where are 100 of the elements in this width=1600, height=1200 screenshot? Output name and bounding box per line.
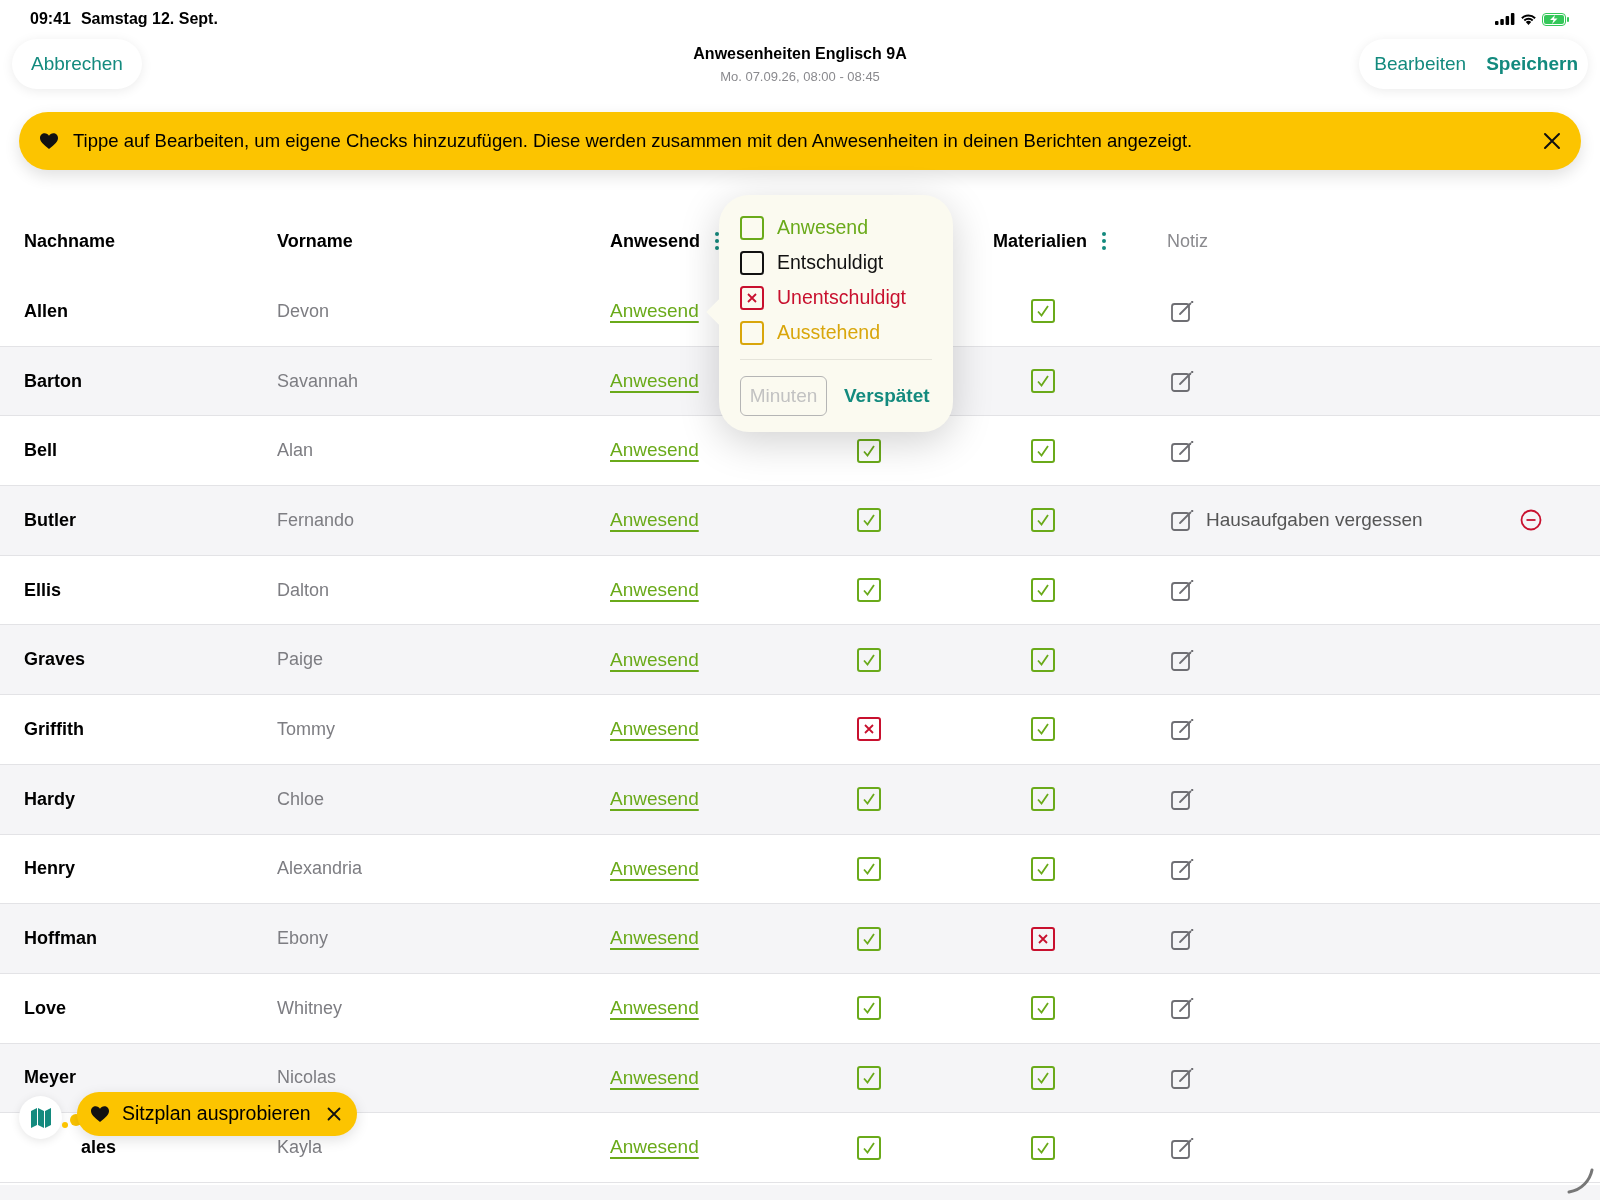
checked-checkbox[interactable] (1031, 578, 1055, 603)
checked-checkbox[interactable] (857, 578, 881, 603)
checked-checkbox[interactable] (857, 926, 881, 951)
attendance-status-link[interactable]: Anwesend (610, 1063, 699, 1093)
attendance-status-link[interactable]: Anwesend (610, 575, 699, 605)
last-name-cell-text: Bell (24, 439, 57, 463)
close-icon (326, 1107, 341, 1121)
attendance-status-link[interactable]: Anwesend (610, 366, 699, 396)
column-menu-icon[interactable] (1101, 232, 1108, 250)
status-option[interactable]: Anwesend (740, 216, 932, 240)
note-edit-icon[interactable] (1171, 579, 1194, 602)
first-name-cell-text: Chloe (277, 787, 326, 811)
close-icon (1543, 132, 1561, 150)
attendance-status-link[interactable]: Anwesend (610, 1133, 699, 1162)
checked-checkbox[interactable] (1031, 787, 1055, 812)
note-edit-icon[interactable] (1171, 1136, 1194, 1159)
heart-icon (90, 1105, 110, 1123)
save-button[interactable]: Speichern (1484, 49, 1580, 79)
last-name-cell-text: Graves (24, 648, 86, 672)
attendance-status-link[interactable]: Anwesend (610, 297, 699, 326)
minutes-field[interactable]: Minuten (740, 376, 827, 416)
attendance-status-link[interactable]: Anwesend (610, 436, 699, 465)
attendance-status-link[interactable]: Anwesend (610, 645, 699, 675)
note-edit-icon[interactable] (1171, 300, 1194, 323)
attendance-status-link[interactable]: Anwesend (610, 715, 699, 744)
checked-checkbox[interactable] (1031, 996, 1055, 1021)
last-name-cell-text: Allen (24, 299, 68, 323)
attendance-status-link[interactable]: Anwesend (610, 993, 699, 1023)
column-header: Materialien (993, 229, 1088, 253)
checked-checkbox[interactable] (857, 647, 881, 672)
checked-checkbox[interactable] (1031, 1065, 1055, 1090)
checked-checkbox[interactable] (857, 438, 881, 463)
last-name-cell-text: Ellis (24, 578, 62, 602)
option-checkbox[interactable] (740, 286, 764, 310)
attendance-status-link[interactable]: Anwesend (610, 924, 699, 953)
last-name-cell-text: ales (81, 1136, 117, 1160)
note-edit-icon[interactable] (1171, 370, 1194, 393)
checked-checkbox[interactable] (857, 787, 881, 812)
late-button[interactable]: Verspätet (844, 381, 930, 411)
first-name-cell-text: Ebony (277, 927, 330, 951)
checked-checkbox[interactable] (857, 856, 881, 881)
screen-title: Anwesenheiten Englisch 9A (693, 44, 907, 64)
note-edit-icon[interactable] (1171, 788, 1194, 811)
checked-checkbox[interactable] (1031, 299, 1055, 324)
note-edit-icon[interactable] (1171, 509, 1194, 532)
last-name-cell-text: Hardy (24, 787, 76, 811)
battery-charging-icon (1542, 12, 1570, 26)
note-text: Hausaufgaben vergessen (1206, 508, 1423, 533)
remove-icon[interactable] (1520, 509, 1542, 532)
attendance-status-link[interactable]: Anwesend (610, 854, 699, 884)
checked-checkbox[interactable] (1031, 647, 1055, 672)
first-name-cell-text: Alan (277, 439, 315, 463)
edit-button[interactable]: Bearbeiten (1372, 49, 1469, 79)
note-edit-icon[interactable] (1171, 1066, 1194, 1089)
checked-checkbox[interactable] (1031, 1135, 1055, 1160)
checked-checkbox[interactable] (1031, 856, 1055, 881)
crossed-checkbox[interactable] (857, 717, 881, 742)
option-checkbox[interactable] (740, 321, 764, 345)
checked-checkbox[interactable] (857, 1135, 881, 1160)
attendance-status-link[interactable]: Anwesend (610, 784, 699, 814)
checked-checkbox[interactable] (1031, 508, 1055, 533)
cancel-button[interactable]: Abbrechen (12, 39, 142, 89)
checked-checkbox[interactable] (857, 508, 881, 533)
first-name-cell-text: Whitney (277, 996, 344, 1020)
last-name-cell-text: Hoffman (24, 927, 97, 951)
first-name-cell-text: Nicolas (277, 1066, 338, 1090)
map-icon (30, 1107, 51, 1128)
first-name-cell-text: Fernando (277, 508, 356, 532)
attendance-status-link[interactable]: Anwesend (610, 506, 699, 535)
last-name-cell-text: Griffith (24, 717, 84, 741)
status-option[interactable]: Ausstehend (740, 321, 932, 345)
resize-corner-icon (1566, 1168, 1594, 1194)
last-name-cell-text: Meyer (24, 1066, 77, 1090)
checked-checkbox[interactable] (1031, 717, 1055, 742)
first-name-cell-text: Savannah (277, 369, 360, 393)
checked-checkbox[interactable] (1031, 438, 1055, 463)
checked-checkbox[interactable] (857, 996, 881, 1021)
note-edit-icon[interactable] (1171, 927, 1194, 950)
note-edit-icon[interactable] (1171, 648, 1194, 671)
note-edit-icon[interactable] (1171, 997, 1194, 1020)
status-option[interactable]: Unentschuldigt (740, 286, 932, 310)
note-edit-icon[interactable] (1171, 857, 1194, 880)
signal-icon (1495, 13, 1515, 25)
last-name-cell-text: Love (24, 996, 66, 1020)
checked-checkbox[interactable] (857, 1065, 881, 1090)
status-option[interactable]: Entschuldigt (740, 251, 932, 275)
seating-plan-toast[interactable]: Sitzplan ausprobieren (77, 1092, 357, 1136)
note-edit-icon[interactable] (1171, 718, 1194, 741)
first-name-cell-text: Devon (277, 299, 331, 323)
first-name-cell-text: Tommy (277, 717, 336, 741)
last-name-cell-text: Barton (24, 369, 82, 393)
tip-text: Tippe auf Bearbeiten, um eigene Checks hinzuzufügen. Diese werden zusammen mit den Anwesenheiten in deinen Berichten angezeigt. (73, 129, 1194, 154)
crossed-checkbox[interactable] (1031, 926, 1055, 951)
checked-checkbox[interactable] (1031, 369, 1055, 394)
note-edit-icon[interactable] (1171, 439, 1194, 462)
clock: 09:41 (30, 9, 71, 29)
screen-subtitle: Mo. 07.09.26, 08:00 - 08:45 (720, 68, 880, 86)
first-name-cell-text: Paige (277, 648, 325, 672)
option-checkbox[interactable] (740, 251, 764, 275)
option-checkbox[interactable] (740, 216, 764, 240)
